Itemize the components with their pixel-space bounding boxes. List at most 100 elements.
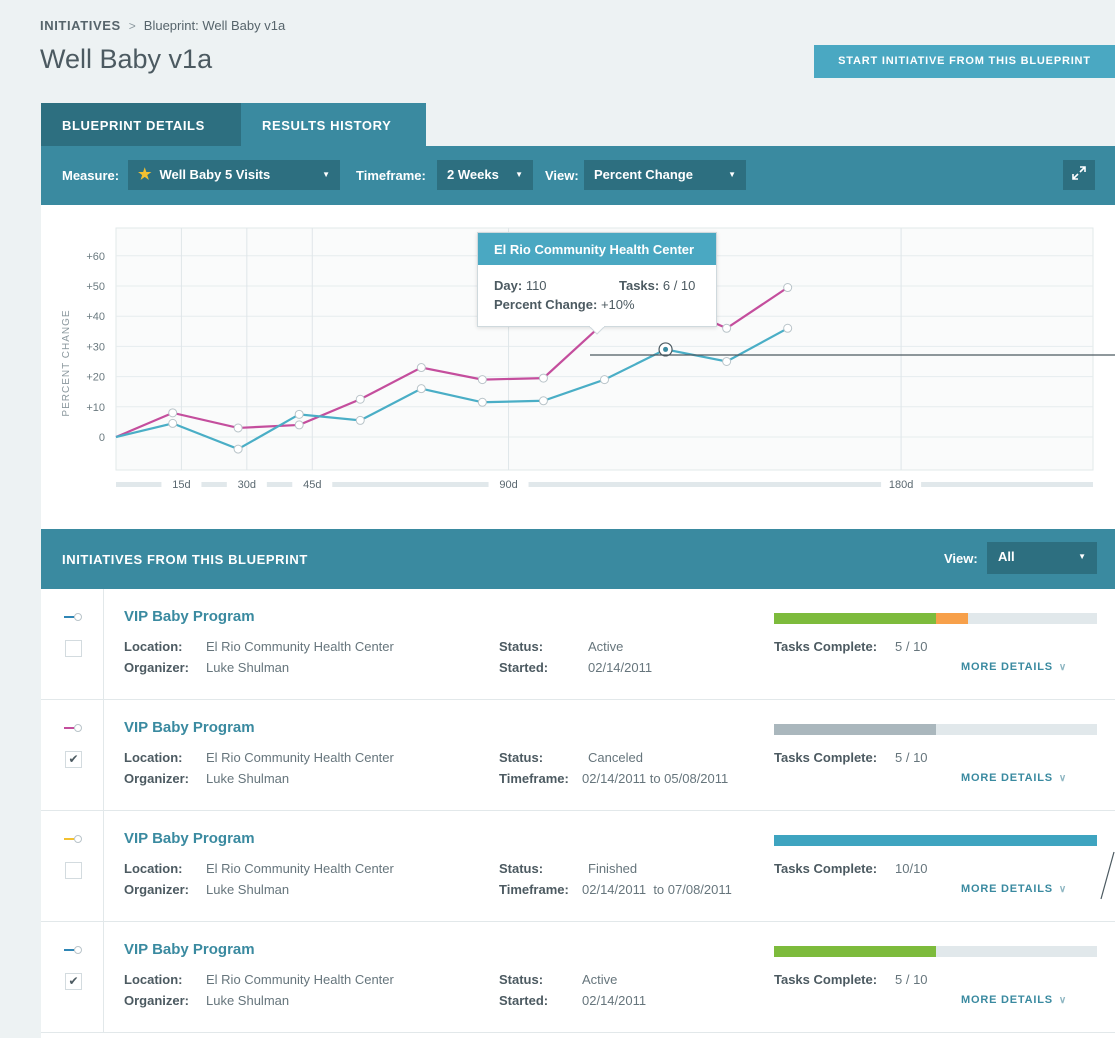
- progress-bar: [774, 724, 1097, 735]
- date-label: Started:: [499, 993, 549, 1008]
- more-details-label: MORE DETAILS: [961, 883, 1053, 895]
- initiatives-view-select[interactable]: All ▼: [987, 542, 1097, 574]
- data-point: [416, 363, 426, 373]
- tab-results-history[interactable]: RESULTS HISTORY: [241, 103, 426, 146]
- more-details-label: MORE DETAILS: [961, 661, 1053, 673]
- data-point: [477, 397, 487, 407]
- series-legend-icon: [64, 946, 84, 954]
- organizer-label: Organizer:: [124, 993, 190, 1008]
- date-value: 02/14/2011: [582, 993, 647, 1008]
- more-details-link[interactable]: MORE DETAILS ∨: [961, 661, 1067, 673]
- organizer-value: Luke Shulman: [206, 771, 290, 786]
- x-tick-label: 30d: [238, 479, 256, 491]
- status-value: Active: [582, 972, 618, 987]
- expand-icon[interactable]: [1063, 160, 1095, 190]
- data-point: [416, 384, 426, 394]
- initiative-name-link[interactable]: VIP Baby Program: [124, 719, 255, 736]
- initiative-row: ✔ VIP Baby Program Location: El Rio Comm…: [41, 922, 1115, 1033]
- tooltip-change-value: +10%: [600, 297, 635, 312]
- more-details-link[interactable]: MORE DETAILS ∨: [961, 883, 1067, 895]
- more-details-link[interactable]: MORE DETAILS ∨: [961, 772, 1067, 784]
- data-point: [233, 444, 243, 454]
- x-tick-label: 180d: [889, 479, 913, 491]
- view-select[interactable]: Percent Change ▼: [584, 160, 746, 190]
- data-point: [168, 418, 178, 428]
- initiatives-view-label: View:: [944, 551, 978, 566]
- chevron-down-icon: ▼: [728, 170, 736, 179]
- tasks-label: Tasks Complete:: [774, 972, 878, 987]
- organizer-value: Luke Shulman: [206, 993, 290, 1008]
- y-tick-label: 0: [99, 432, 105, 444]
- status-value: Canceled: [588, 750, 643, 765]
- y-tick-label: +50: [86, 281, 105, 293]
- tooltip-day-label: Day:: [494, 278, 523, 293]
- data-point: [783, 283, 793, 293]
- data-point: [294, 420, 304, 430]
- data-point: [538, 373, 548, 383]
- chart-filter-bar: Measure: ★ Well Baby 5 Visits ▼ Timeframe…: [41, 146, 1115, 205]
- tasks-label: Tasks Complete:: [774, 861, 878, 876]
- data-point: [233, 423, 243, 433]
- tasks-value: 5 / 10: [895, 972, 928, 987]
- tasks-value: 10/10: [895, 861, 928, 876]
- start-initiative-button[interactable]: START INITIATIVE FROM THIS BLUEPRINT: [814, 45, 1115, 78]
- timeframe-value: 2 Weeks: [447, 167, 499, 182]
- progress-bar: [774, 835, 1097, 846]
- location-label: Location:: [124, 861, 183, 876]
- y-axis-label: PERCENT CHANGE: [61, 309, 72, 416]
- initiative-name-link[interactable]: VIP Baby Program: [124, 608, 255, 625]
- chevron-down-icon: ▼: [515, 170, 523, 179]
- series-legend-icon: [64, 835, 84, 843]
- data-point: [600, 375, 609, 385]
- y-tick-label: +30: [86, 341, 105, 353]
- date-label: Timeframe:: [499, 771, 569, 786]
- initiative-name-link[interactable]: VIP Baby Program: [124, 941, 255, 958]
- organizer-label: Organizer:: [124, 660, 190, 675]
- data-point: [477, 375, 487, 385]
- data-point: [722, 323, 732, 333]
- row-checkbox[interactable]: ✔: [65, 751, 82, 768]
- date-value: 02/14/2011 to 07/08/2011: [582, 882, 732, 897]
- x-tick-label: 45d: [303, 479, 321, 491]
- tasks-label: Tasks Complete:: [774, 639, 878, 654]
- status-label: Status:: [499, 639, 544, 654]
- progress-segment: [774, 946, 936, 957]
- date-value: 02/14/2011 to 05/08/2011: [582, 771, 729, 786]
- timeframe-label: Timeframe:: [356, 168, 426, 183]
- chevron-down-icon: ∨: [1058, 995, 1068, 1006]
- data-point: [783, 323, 793, 333]
- initiative-name-link[interactable]: VIP Baby Program: [124, 830, 255, 847]
- row-checkbox[interactable]: [65, 640, 82, 657]
- measure-select[interactable]: ★ Well Baby 5 Visits ▼: [128, 160, 340, 190]
- data-point: [294, 409, 304, 419]
- tab-bar: BLUEPRINT DETAILS RESULTS HISTORY: [41, 103, 426, 146]
- timeframe-select[interactable]: 2 Weeks ▼: [437, 160, 533, 190]
- row-checkbox[interactable]: ✔: [65, 973, 82, 990]
- date-label: Started:: [499, 660, 549, 675]
- chevron-down-icon: ∨: [1058, 773, 1068, 784]
- series-legend-icon: [64, 724, 84, 732]
- progress-segment: [774, 835, 1097, 846]
- tooltip-title: El Rio Community Health Center: [478, 233, 716, 265]
- tab-blueprint-details[interactable]: BLUEPRINT DETAILS: [41, 103, 241, 146]
- status-value: Active: [588, 639, 624, 654]
- breadcrumb-root-link[interactable]: INITIATIVES: [40, 18, 121, 33]
- chevron-down-icon: ∨: [1058, 662, 1068, 673]
- more-details-link[interactable]: MORE DETAILS ∨: [961, 994, 1067, 1006]
- initiatives-title: INITIATIVES FROM THIS BLUEPRINT: [62, 552, 308, 567]
- location-value: El Rio Community Health Center: [206, 972, 394, 987]
- initiatives-header: INITIATIVES FROM THIS BLUEPRINT View: Al…: [41, 529, 1115, 589]
- initiatives-list: VIP Baby Program Location: El Rio Commun…: [41, 589, 1115, 1038]
- y-tick-label: +20: [86, 372, 105, 384]
- highlighted-point-dot: [663, 346, 669, 352]
- initiative-row: VIP Baby Program Location: El Rio Commun…: [41, 811, 1115, 922]
- date-label: Timeframe:: [499, 882, 569, 897]
- organizer-value: Luke Shulman: [206, 882, 290, 897]
- initiatives-view-value: All: [998, 549, 1015, 564]
- chevron-down-icon: ∨: [1058, 884, 1068, 895]
- breadcrumb: INITIATIVES > Blueprint: Well Baby v1a: [40, 18, 285, 33]
- more-details-label: MORE DETAILS: [961, 772, 1053, 784]
- tooltip-change-label: Percent Change:: [494, 297, 598, 312]
- progress-bar: [774, 946, 1097, 957]
- row-checkbox[interactable]: [65, 862, 82, 879]
